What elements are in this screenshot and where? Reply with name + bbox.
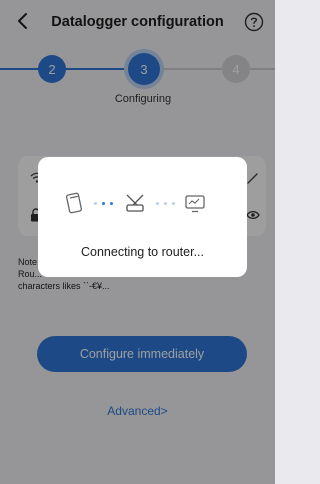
progress-dot: [110, 202, 113, 205]
connecting-message: Connecting to router...: [81, 245, 204, 259]
progress-dot: [156, 202, 159, 205]
router-icon: [126, 194, 144, 212]
phone-icon: [66, 192, 82, 214]
app-screen: Datalogger configuration 2 3 4 Configuri…: [0, 0, 275, 484]
progress-dot: [172, 202, 175, 205]
connecting-dialog: Connecting to router...: [38, 157, 247, 277]
progress-dot: [102, 202, 105, 205]
progress-dot: [164, 202, 167, 205]
monitor-icon: [185, 195, 205, 213]
progress-dot: [94, 202, 97, 205]
connection-diagram: [38, 190, 247, 216]
